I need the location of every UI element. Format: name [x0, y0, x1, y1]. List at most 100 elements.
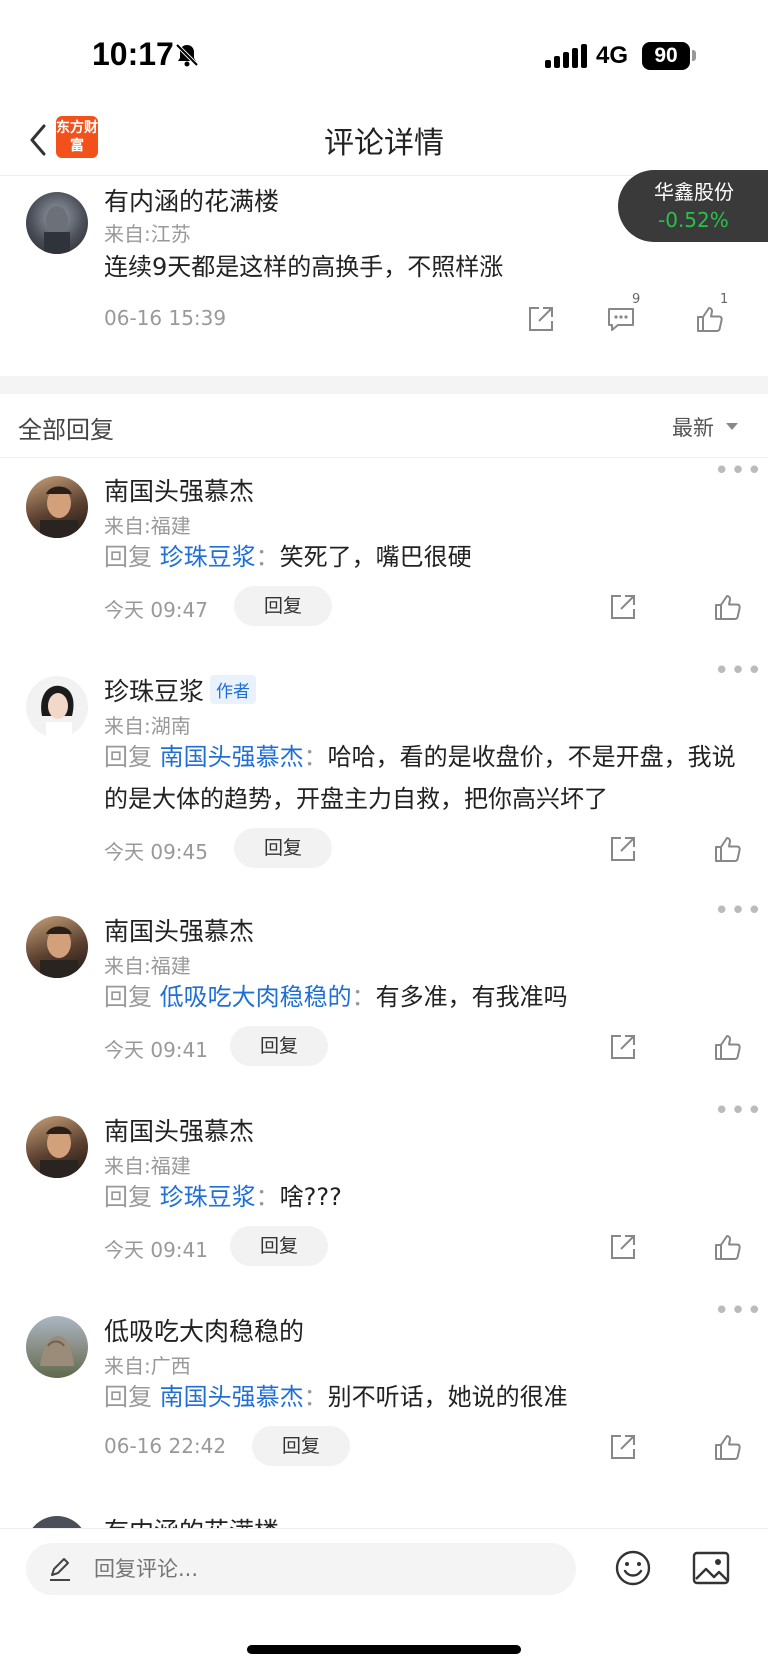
share-icon[interactable] [608, 834, 638, 864]
reply-prefix: 回复 [104, 983, 152, 1011]
reply-text: 回复 南国头强慕杰：哈哈，看的是收盘价，不是开盘，我说的是大体的趋势，开盘主力自… [104, 743, 736, 813]
user-location: 来自:湖南 [104, 714, 191, 738]
reply-prefix: 回复 [104, 743, 152, 771]
user-name[interactable]: 南国头强慕杰 [104, 1112, 254, 1148]
reply-content: 啥??? [279, 1183, 342, 1211]
avatar[interactable] [26, 916, 88, 978]
author-badge: 作者 [210, 675, 257, 704]
reply-text: 回复 南国头强慕杰：别不听话，她说的很准 [104, 1383, 568, 1411]
image-icon[interactable] [692, 1551, 730, 1585]
reply-prefix: 回复 [104, 1183, 152, 1211]
section-divider [0, 376, 768, 394]
user-name-text: 珍珠豆浆 [104, 677, 205, 706]
reply-content: 笑死了，嘴巴很硬 [279, 543, 472, 571]
user-location: 来自:福建 [104, 954, 191, 978]
battery-icon: 90 [642, 42, 690, 70]
user-name[interactable]: 南国头强慕杰 [104, 472, 254, 508]
chevron-down-icon[interactable] [726, 423, 738, 430]
reply-button[interactable]: 回复 [234, 586, 333, 626]
user-location: 来自:福建 [104, 514, 191, 538]
list-item-partial: 有内涵的花满楼 [0, 1500, 768, 1528]
like-icon[interactable] [694, 304, 724, 334]
reply-time: 今天 09:41 [104, 1238, 208, 1262]
reply-to-user[interactable]: 珍珠豆浆 [160, 1183, 256, 1211]
share-icon[interactable] [608, 1232, 638, 1262]
comment-time: 06-16 15:39 [104, 306, 227, 330]
reply-button[interactable]: 回复 [230, 1226, 329, 1266]
comment-count: 9 [632, 292, 641, 307]
replies-title: 全部回复 [18, 416, 114, 444]
avatar[interactable] [26, 1316, 88, 1378]
nav-bar: 东方财富 评论详情 [0, 110, 768, 176]
avatar[interactable] [26, 1516, 88, 1528]
more-icon[interactable]: ••• [714, 1096, 763, 1126]
reply-content: 别不听话，她说的很准 [327, 1383, 568, 1411]
user-name[interactable]: 珍珠豆浆 作者 [104, 672, 257, 708]
more-icon[interactable]: ••• [714, 896, 763, 926]
share-icon[interactable] [608, 1432, 638, 1462]
sort-dropdown[interactable]: 最新 [672, 412, 714, 442]
user-location: 来自:江苏 [104, 222, 191, 246]
reply-input-box[interactable] [26, 1543, 576, 1595]
reply-text: 回复 珍珠豆浆：啥??? [104, 1183, 342, 1211]
like-icon[interactable] [712, 592, 742, 622]
network-type: 4G [596, 42, 629, 69]
bell-muted-icon [175, 43, 199, 67]
list-item: 南国头强慕杰 ••• 来自:福建 回复 珍珠豆浆：啥??? 今天 09:41 回… [0, 1096, 768, 1290]
user-name[interactable]: 有内涵的花满楼 [104, 182, 279, 218]
avatar[interactable] [26, 476, 88, 538]
avatar[interactable] [26, 192, 88, 254]
reply-text: 回复 珍珠豆浆：笑死了，嘴巴很硬 [104, 543, 472, 571]
list-item: 珍珠豆浆 作者 ••• 来自:湖南 回复 南国头强慕杰：哈哈，看的是收盘价，不是开… [0, 656, 768, 898]
list-item: 南国头强慕杰 ••• 来自:福建 回复 珍珠豆浆：笑死了，嘴巴很硬 今天 09:… [0, 456, 768, 648]
avatar[interactable] [26, 1116, 88, 1178]
reply-to-user[interactable]: 南国头强慕杰 [160, 1383, 304, 1411]
signal-icon [545, 44, 587, 68]
reply-to-user[interactable]: 珍珠豆浆 [160, 543, 256, 571]
reply-button[interactable]: 回复 [230, 1026, 329, 1066]
more-icon[interactable]: ••• [714, 456, 763, 486]
more-icon[interactable]: ••• [714, 1296, 763, 1326]
like-count: 1 [720, 292, 729, 307]
reply-time: 今天 09:47 [104, 598, 208, 622]
list-item: 南国头强慕杰 ••• 来自:福建 回复 低吸吃大肉稳稳的：有多准，有我准吗 今天… [0, 896, 768, 1090]
user-location: 来自:广西 [104, 1354, 191, 1378]
reply-to-user[interactable]: 低吸吃大肉稳稳的 [160, 983, 352, 1011]
reply-button[interactable]: 回复 [252, 1426, 351, 1466]
page-title: 评论详情 [324, 126, 444, 161]
list-item: 低吸吃大肉稳稳的 ••• 来自:广西 回复 南国头强慕杰：别不听话，她说的很准 … [0, 1296, 768, 1490]
share-icon[interactable] [608, 592, 638, 622]
user-name[interactable]: 低吸吃大肉稳稳的 [104, 1312, 304, 1348]
user-location: 来自:福建 [104, 1154, 191, 1178]
like-icon[interactable] [712, 834, 742, 864]
share-icon[interactable] [526, 304, 556, 334]
like-icon[interactable] [712, 1432, 742, 1462]
status-time: 10:17 [92, 36, 174, 72]
replies-header: 全部回复 最新 [0, 394, 768, 458]
reply-content: 有多准，有我准吗 [375, 983, 568, 1011]
reply-prefix: 回复 [104, 1383, 152, 1411]
reply-time: 06-16 22:42 [104, 1434, 227, 1458]
reply-text: 回复 低吸吃大肉稳稳的：有多准，有我准吗 [104, 983, 568, 1011]
reply-to-user[interactable]: 南国头强慕杰 [160, 743, 304, 771]
pencil-icon [50, 1558, 70, 1581]
main-comment: 有内涵的花满楼 来自:江苏 连续9天都是这样的高换手，不照样涨 06-16 15… [0, 176, 768, 376]
comment-icon[interactable] [606, 304, 636, 334]
reply-input[interactable] [94, 1553, 534, 1585]
status-bar: 10:17 4G 90 [0, 0, 768, 110]
avatar[interactable] [26, 676, 88, 738]
share-icon[interactable] [608, 1032, 638, 1062]
reply-time: 今天 09:45 [104, 840, 208, 864]
like-icon[interactable] [712, 1032, 742, 1062]
battery-tip [692, 50, 696, 61]
reply-button[interactable]: 回复 [234, 828, 333, 868]
comment-text: 连续9天都是这样的高换手，不照样涨 [104, 253, 504, 281]
reply-prefix: 回复 [104, 543, 152, 571]
user-name[interactable]: 有内涵的花满楼 [104, 1512, 279, 1528]
reply-time: 今天 09:41 [104, 1038, 208, 1062]
emoji-icon[interactable] [614, 1549, 652, 1587]
user-name[interactable]: 南国头强慕杰 [104, 912, 254, 948]
more-icon[interactable]: ••• [714, 656, 763, 686]
home-indicator[interactable] [247, 1645, 521, 1654]
like-icon[interactable] [712, 1232, 742, 1262]
